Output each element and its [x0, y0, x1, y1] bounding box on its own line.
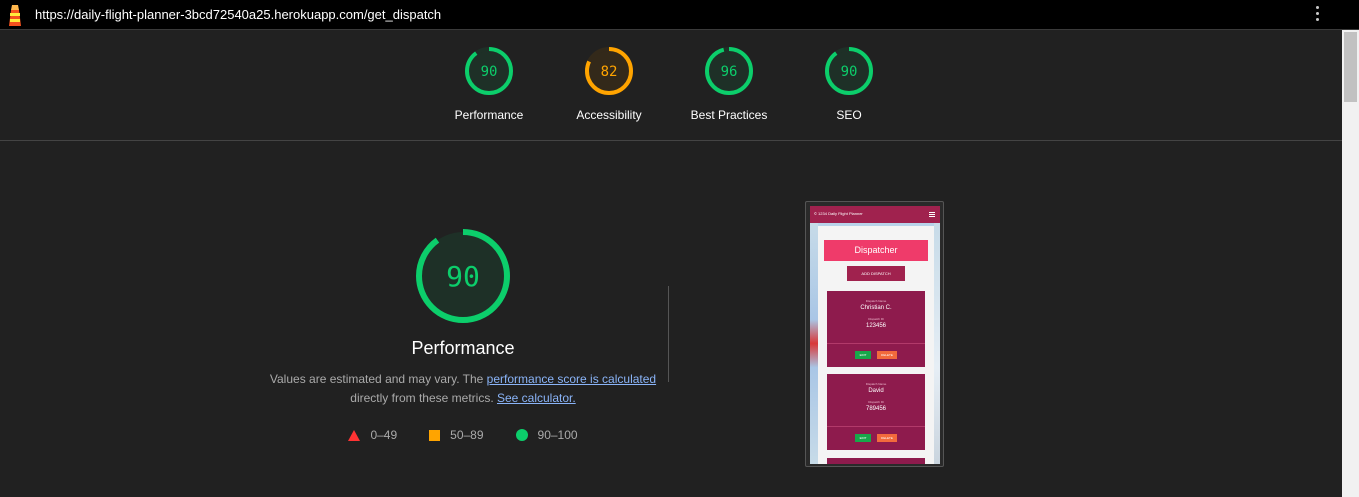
- performance-summary: 90 Performance Values are estimated and …: [268, 226, 658, 442]
- screenshot-heading: Dispatcher: [824, 240, 928, 261]
- desc-text: directly from these metrics.: [350, 391, 497, 405]
- desc-text: Values are estimated and may vary. The: [269, 372, 487, 386]
- url-bar: https://daily-flight-planner-3bcd72540a2…: [0, 0, 1359, 30]
- card-divider: [827, 426, 925, 427]
- scores-header: 90 Performance 82 Accessibility 96 Best …: [0, 31, 1342, 141]
- svg-text:90: 90: [841, 64, 858, 80]
- performance-score-link[interactable]: performance score is calculated: [487, 372, 656, 386]
- card-name: David: [868, 388, 884, 394]
- card-delete-button: DELETE: [877, 351, 897, 359]
- final-screenshot[interactable]: © 1234 Daily Flight Planner Dispatcher A…: [805, 201, 944, 467]
- screenshot-card: Dispatch Name David Dispatch ID 789456 E…: [827, 374, 925, 450]
- card-id: 123456: [865, 323, 887, 329]
- card-label: Dispatch ID: [868, 317, 884, 321]
- gauge-seo[interactable]: 90 SEO: [789, 46, 909, 122]
- screenshot-add-button: ADD DISPATCH: [847, 266, 905, 281]
- lighthouse-icon: [9, 5, 21, 26]
- card-divider: [827, 343, 925, 344]
- card-buttons: EDIT DELETE: [855, 351, 905, 359]
- screenshot-content: © 1234 Daily Flight Planner Dispatcher A…: [810, 206, 940, 464]
- legend-range: 50–89: [450, 428, 484, 442]
- legend-range: 0–49: [370, 428, 398, 442]
- card-buttons: EDIT DELETE: [855, 434, 905, 442]
- score-legend: 0–49 50–89 90–100: [268, 428, 658, 442]
- gauge-ring: 82: [585, 47, 633, 95]
- card-delete-button: DELETE: [877, 434, 897, 442]
- legend-average: 50–89: [429, 428, 484, 442]
- card-id: 789456: [865, 406, 887, 412]
- hamburger-icon: [929, 212, 935, 218]
- gauge-ring: 96: [705, 47, 753, 95]
- card-name: Christian C.: [860, 305, 892, 311]
- card-edit-button: EDIT: [855, 351, 871, 359]
- svg-text:82: 82: [601, 64, 618, 80]
- screenshot-navbar: © 1234 Daily Flight Planner: [810, 206, 940, 223]
- square-icon: [429, 429, 441, 441]
- background-image: [810, 223, 818, 464]
- gauge-ring: 90: [825, 47, 873, 95]
- screenshot-brand: © 1234 Daily Flight Planner: [814, 211, 863, 216]
- gauge-label: Best Practices: [690, 108, 768, 122]
- card-edit-button: EDIT: [855, 434, 871, 442]
- see-calculator-link[interactable]: See calculator.: [497, 391, 576, 405]
- url-text[interactable]: https://daily-flight-planner-3bcd72540a2…: [35, 7, 441, 22]
- svg-text:90: 90: [481, 64, 498, 80]
- legend-fail: 0–49: [348, 428, 397, 442]
- scrollbar-thumb[interactable]: [1344, 32, 1357, 102]
- screenshot-card: [827, 458, 925, 464]
- gauge-label: SEO: [836, 108, 862, 122]
- gauge-performance[interactable]: 90 Performance: [429, 46, 549, 122]
- performance-description: Values are estimated and may vary. The p…: [268, 370, 658, 408]
- gauge-label: Performance: [454, 108, 524, 122]
- gauge-best-practices[interactable]: 96 Best Practices: [669, 46, 789, 122]
- card-label: Dispatch ID: [868, 400, 884, 404]
- more-vert-icon[interactable]: [1312, 6, 1322, 24]
- performance-gauge: 90: [416, 229, 510, 323]
- triangle-icon: [348, 429, 361, 441]
- svg-text:90: 90: [446, 260, 480, 293]
- gauge-accessibility[interactable]: 82 Accessibility: [549, 46, 669, 122]
- circle-icon: [515, 429, 528, 441]
- gauge-label: Accessibility: [576, 108, 642, 122]
- gauge-ring: 90: [465, 47, 513, 95]
- performance-title: Performance: [411, 338, 515, 358]
- svg-text:96: 96: [721, 64, 738, 80]
- background-image: [934, 223, 940, 464]
- card-label: Dispatch Name: [865, 382, 887, 386]
- screenshot-card: Dispatch Name Christian C. Dispatch ID 1…: [827, 291, 925, 367]
- legend-pass: 90–100: [515, 428, 578, 442]
- legend-range: 90–100: [537, 428, 578, 442]
- card-label: Dispatch Name: [865, 299, 887, 303]
- vertical-divider: [668, 286, 669, 382]
